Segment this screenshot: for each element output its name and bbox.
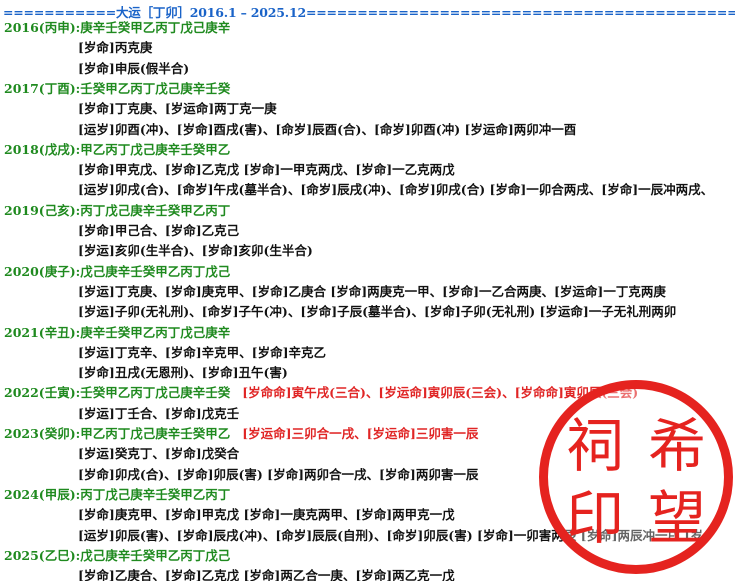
year-combination-highlight: [岁运命]三卯合一戌、[岁运命]三卯害一辰 bbox=[242, 426, 479, 441]
dayun-header: ===========大运［丁卯］2016.1 – 2025.12=======… bbox=[3, 5, 735, 20]
year-stems: 甲乙丙丁戊己庚辛壬癸甲乙 bbox=[80, 426, 231, 441]
year-heading: 2019(己亥):丙丁戊己庚辛壬癸甲乙丙丁 bbox=[4, 203, 230, 219]
year-label: 2020(庚子): bbox=[4, 263, 81, 279]
year-label: 2024(甲辰): bbox=[4, 486, 81, 502]
year-stems: 戊己庚辛壬癸甲乙丙丁戊己 bbox=[80, 263, 231, 279]
relation-line: [岁命]丁克庚、[岁运命]两丁克一庚 bbox=[78, 101, 277, 117]
year-stems: 壬癸甲乙丙丁戊己庚辛壬癸 bbox=[80, 80, 231, 96]
red-seal-stamp: 祠 希 印 望 bbox=[539, 380, 733, 574]
year-label: 2025(乙巳): bbox=[4, 547, 81, 563]
year-stems: 庚辛壬癸甲乙丙丁戊己庚辛 bbox=[80, 324, 231, 340]
relation-line: [岁运]丁克庚、[岁命]庚克甲、[岁命]乙庚合 [岁命]两庚克一甲、[岁命]一乙… bbox=[78, 283, 666, 299]
year-label: 2022(壬寅): bbox=[4, 385, 81, 401]
relation-line: [岁运]丁壬合、[岁命]戊克壬 bbox=[78, 405, 240, 421]
year-heading: 2025(乙巳):戊己庚辛壬癸甲乙丙丁戊己 bbox=[4, 548, 230, 564]
year-stems: 庚辛壬癸甲乙丙丁戊己庚辛 bbox=[80, 20, 231, 35]
relation-line: [岁命]庚克甲、[岁命]甲克戊 [岁命]一庚克两甲、[岁命]两甲克一戊 bbox=[78, 507, 455, 523]
year-heading: 2024(甲辰):丙丁戊己庚辛壬癸甲乙丙丁 bbox=[4, 487, 230, 503]
seal-char: 印 bbox=[565, 484, 624, 552]
relation-line: [岁运]亥卯(生半合)、[岁命]亥卯(生半合) bbox=[78, 243, 313, 259]
relation-line: [运岁]卯酉(冲)、[岁命]酉戌(害)、[命岁]辰酉(合)、[命岁]卯酉(冲) … bbox=[78, 121, 577, 137]
year-stems: 壬癸甲乙丙丁戊己庚辛壬癸 bbox=[80, 385, 231, 401]
year-stems: 丙丁戊己庚辛壬癸甲乙丙丁 bbox=[80, 202, 231, 218]
year-stems: 甲乙丙丁戊己庚辛壬癸甲乙 bbox=[80, 141, 231, 157]
relation-line: [岁命]乙庚合、[岁命]乙克戊 [岁命]两乙合一庚、[岁命]两乙克一戊 bbox=[78, 568, 455, 581]
document: ===========大运［丁卯］2016.1 – 2025.12=======… bbox=[0, 0, 735, 581]
year-label: 2016(丙申): bbox=[4, 20, 81, 35]
relation-line: [岁命]丙克庚 bbox=[78, 40, 153, 56]
year-label: 2018(戊戌): bbox=[4, 141, 81, 157]
relation-line: [岁命]甲克戊、[岁命]乙克戊 [岁命]一甲克两戊、[岁命]一乙克两戊 bbox=[78, 162, 455, 178]
year-stems: 戊己庚辛壬癸甲乙丙丁戊己 bbox=[80, 547, 231, 563]
year-heading: 2018(戊戌):甲乙丙丁戊己庚辛壬癸甲乙 bbox=[4, 142, 230, 158]
seal-char: 祠 bbox=[565, 412, 624, 480]
year-label: 2017(丁酉): bbox=[4, 80, 81, 96]
relation-line: [岁运]子卯(无礼刑)、[命岁]子午(冲)、[岁命]子辰(墓半合)、[岁命]子卯… bbox=[78, 304, 677, 320]
year-heading: 2021(辛丑):庚辛壬癸甲乙丙丁戊己庚辛 bbox=[4, 325, 230, 341]
year-label: 2021(辛丑): bbox=[4, 324, 81, 340]
year-stems: 丙丁戊己庚辛壬癸甲乙丙丁 bbox=[80, 486, 231, 502]
year-label: 2023(癸卯): bbox=[4, 426, 81, 441]
year-heading: 2023(癸卯):甲乙丙丁戊己庚辛壬癸甲乙 [岁运命]三卯合一戌、[岁运命]三卯害… bbox=[4, 426, 478, 442]
seal-char: 希 bbox=[647, 412, 706, 480]
relation-line: [岁命]卯戌(合)、[岁命]卯辰(害) [岁命]两卯合一戌、[岁命]两卯害一辰 bbox=[78, 466, 479, 482]
year-heading: 2020(庚子):戊己庚辛壬癸甲乙丙丁戊己 bbox=[4, 264, 230, 280]
relation-line: [岁命]申辰(假半合) bbox=[78, 60, 190, 76]
year-label: 2019(己亥): bbox=[4, 202, 81, 218]
relation-line: [岁运]丁克辛、[岁命]辛克甲、[岁命]辛克乙 bbox=[78, 344, 326, 360]
relation-line: [岁运]癸克丁、[岁命]戊癸合 bbox=[78, 446, 240, 462]
year-heading: 2017(丁酉):壬癸甲乙丙丁戊己庚辛壬癸 bbox=[4, 81, 230, 97]
year-heading: 2022(壬寅):壬癸甲乙丙丁戊己庚辛壬癸 [岁命命]寅午戌(三合)、[岁运命]寅… bbox=[4, 385, 638, 401]
relation-line: [岁命]甲己合、[岁命]乙克己 bbox=[78, 223, 240, 238]
seal-char: 望 bbox=[647, 484, 706, 552]
year-heading: 2016(丙申):庚辛壬癸甲乙丙丁戊己庚辛 bbox=[4, 20, 230, 36]
relation-line: [岁命]丑戌(无恩刑)、[岁命]丑午(害) bbox=[78, 365, 288, 381]
relation-line: [运岁]卯戌(合)、[命岁]午戌(墓半合)、[命岁]辰戌(冲)、[命岁]卯戌(合… bbox=[78, 182, 714, 198]
